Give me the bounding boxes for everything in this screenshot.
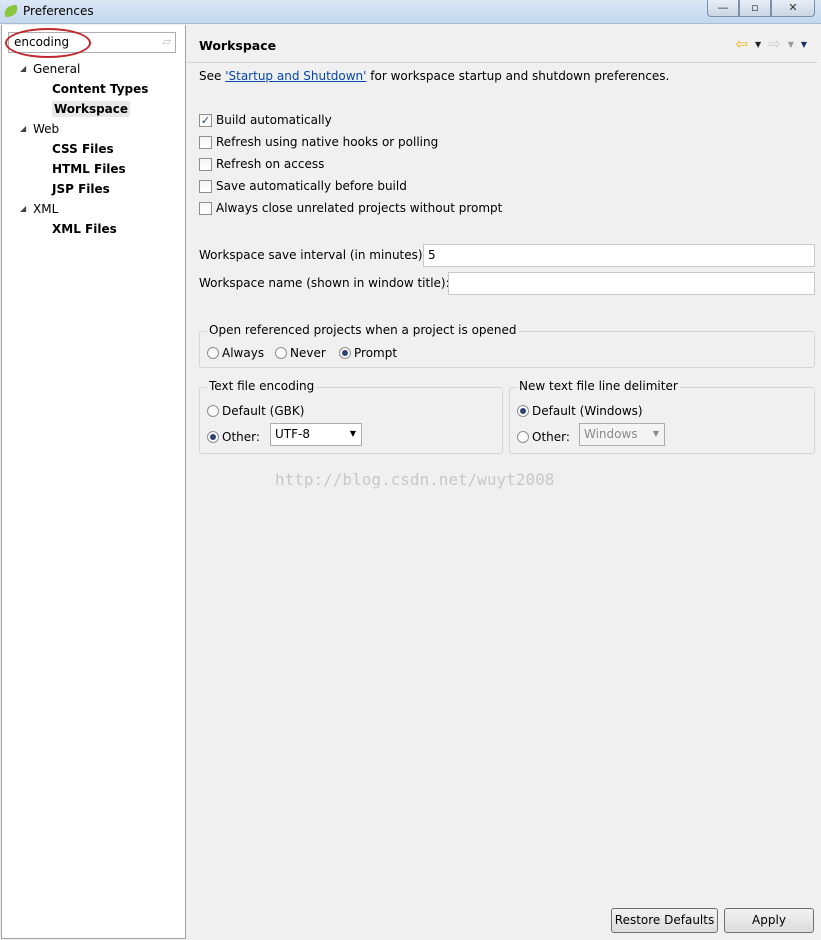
note-text: See [199,69,226,83]
back-arrow-icon[interactable]: ⇦ [735,35,748,53]
expand-triangle-icon[interactable]: ◢ [20,59,26,79]
radio-other-encoding[interactable]: Other: [207,430,260,444]
checkbox-label: Refresh using native hooks or polling [216,135,439,149]
radio-button-selected[interactable] [339,347,351,359]
checkbox-checked[interactable]: ✓ [199,113,212,127]
refresh-native-hooks-checkbox[interactable]: Refresh using native hooks or polling [199,135,438,149]
checkbox-label: Save automatically before build [216,179,407,193]
annotation-circle [5,28,91,58]
checkbox[interactable] [199,179,212,193]
expand-triangle-icon[interactable]: ◢ [20,199,26,219]
encoding-combo[interactable]: UTF-8 ▼ [270,423,362,446]
page-header: Workspace ⇦ ▼ ⇨ ▼ ▼ [187,25,817,63]
group-label: Open referenced projects when a project … [207,323,519,337]
tree-item-xml-files[interactable]: XML Files [2,219,185,239]
radio-button[interactable] [275,347,287,359]
chevron-down-icon[interactable]: ▼ [350,429,356,438]
radio-label: Default (Windows) [532,404,643,418]
title-bar: Preferences — ▫ ✕ [0,0,821,24]
tree-item-jsp-files[interactable]: JSP Files [2,179,185,199]
preference-page: Workspace ⇦ ▼ ⇨ ▼ ▼ See 'Startup and Shu… [187,25,821,940]
group-label: Text file encoding [207,379,317,393]
tree-label: Content Types [52,82,149,96]
save-interval-label: Workspace save interval (in minutes): [199,248,427,262]
tree-item-content-types[interactable]: Content Types [2,79,185,99]
radio-label: Always [222,346,265,360]
preference-tree: ◢ General Content Types Workspace ◢ Web CS… [2,59,185,239]
line-delimiter-group: New text file line delimiter Default (Wi… [509,379,815,454]
tree-label: XML [33,202,59,216]
startup-note: See 'Startup and Shutdown' for workspace… [199,69,669,83]
checkbox[interactable] [199,201,212,215]
radio-label: Default (GBK) [222,404,305,418]
delimiter-combo: Windows ▼ [579,423,665,446]
tree-item-workspace[interactable]: Workspace [2,99,185,119]
checkbox[interactable] [199,157,212,171]
checkbox-label: Refresh on access [216,157,325,171]
radio-label: Prompt [354,346,398,360]
radio-never[interactable]: Never [275,346,326,360]
apply-button[interactable]: Apply [724,908,814,933]
chevron-down-icon: ▼ [652,429,659,438]
save-before-build-checkbox[interactable]: Save automatically before build [199,179,407,193]
restore-defaults-button[interactable]: Restore Defaults [611,908,718,933]
tree-label: JSP Files [52,182,110,196]
checkbox[interactable] [199,135,212,149]
expand-triangle-icon[interactable]: ◢ [20,119,26,139]
tree-label: HTML Files [52,162,126,176]
radio-other-delimiter[interactable]: Other: [517,430,570,444]
radio-button[interactable] [207,347,219,359]
watermark: http://blog.csdn.net/wuyt2008 [275,470,555,489]
maximize-button[interactable]: ▫ [739,0,771,17]
tree-label: Web [33,122,60,136]
checkbox-label: Build automatically [216,113,332,127]
combo-value: Windows [584,427,638,441]
save-interval-input[interactable]: 5 [423,244,815,267]
radio-always[interactable]: Always [207,346,264,360]
eraser-icon[interactable]: ▱ [163,35,171,48]
tree-label: XML Files [52,222,117,236]
open-referenced-group: Open referenced projects when a project … [199,323,815,368]
note-text: for workspace startup and shutdown prefe… [366,69,670,83]
forward-arrow-icon: ⇨ [768,35,781,53]
tree-item-html-files[interactable]: HTML Files [2,159,185,179]
radio-button-selected[interactable] [517,405,529,417]
app-icon [2,4,20,18]
radio-label: Other: [532,430,570,444]
radio-button[interactable] [207,405,219,417]
forward-history-dropdown-icon: ▼ [787,39,794,49]
window-title: Preferences [23,4,94,18]
radio-label: Other: [222,430,260,444]
minimize-button[interactable]: — [707,0,739,17]
tree-item-css-files[interactable]: CSS Files [2,139,185,159]
tree-item-xml[interactable]: ◢ XML [2,199,185,219]
tree-item-general[interactable]: ◢ General [2,59,185,79]
radio-default-delimiter[interactable]: Default (Windows) [517,404,643,418]
close-unrelated-checkbox[interactable]: Always close unrelated projects without … [199,201,502,215]
tree-label: General [33,62,81,76]
refresh-on-access-checkbox[interactable]: Refresh on access [199,157,324,171]
page-title: Workspace [199,38,277,53]
combo-value: UTF-8 [275,427,310,441]
startup-shutdown-link[interactable]: 'Startup and Shutdown' [225,69,366,83]
back-history-dropdown-icon[interactable]: ▼ [755,40,761,49]
tree-item-web[interactable]: ◢ Web [2,119,185,139]
view-menu-icon[interactable]: ▼ [801,40,807,49]
preference-tree-pane: encoding ▱ ◢ General Content Types Worksp… [1,25,186,939]
radio-button[interactable] [517,431,529,443]
tree-label: CSS Files [52,142,114,156]
text-file-encoding-group: Text file encoding Default (GBK) Other: … [199,379,503,454]
radio-prompt[interactable]: Prompt [339,346,397,360]
build-automatically-checkbox[interactable]: ✓ Build automatically [199,113,332,127]
tree-label: Workspace [52,101,131,117]
workspace-name-input[interactable] [448,272,815,295]
close-button[interactable]: ✕ [771,0,815,17]
group-label: New text file line delimiter [517,379,680,393]
checkbox-label: Always close unrelated projects without … [216,201,503,215]
radio-default-encoding[interactable]: Default (GBK) [207,404,304,418]
workspace-name-label: Workspace name (shown in window title): [199,276,450,290]
radio-button-selected[interactable] [207,431,219,443]
radio-label: Never [290,346,326,360]
